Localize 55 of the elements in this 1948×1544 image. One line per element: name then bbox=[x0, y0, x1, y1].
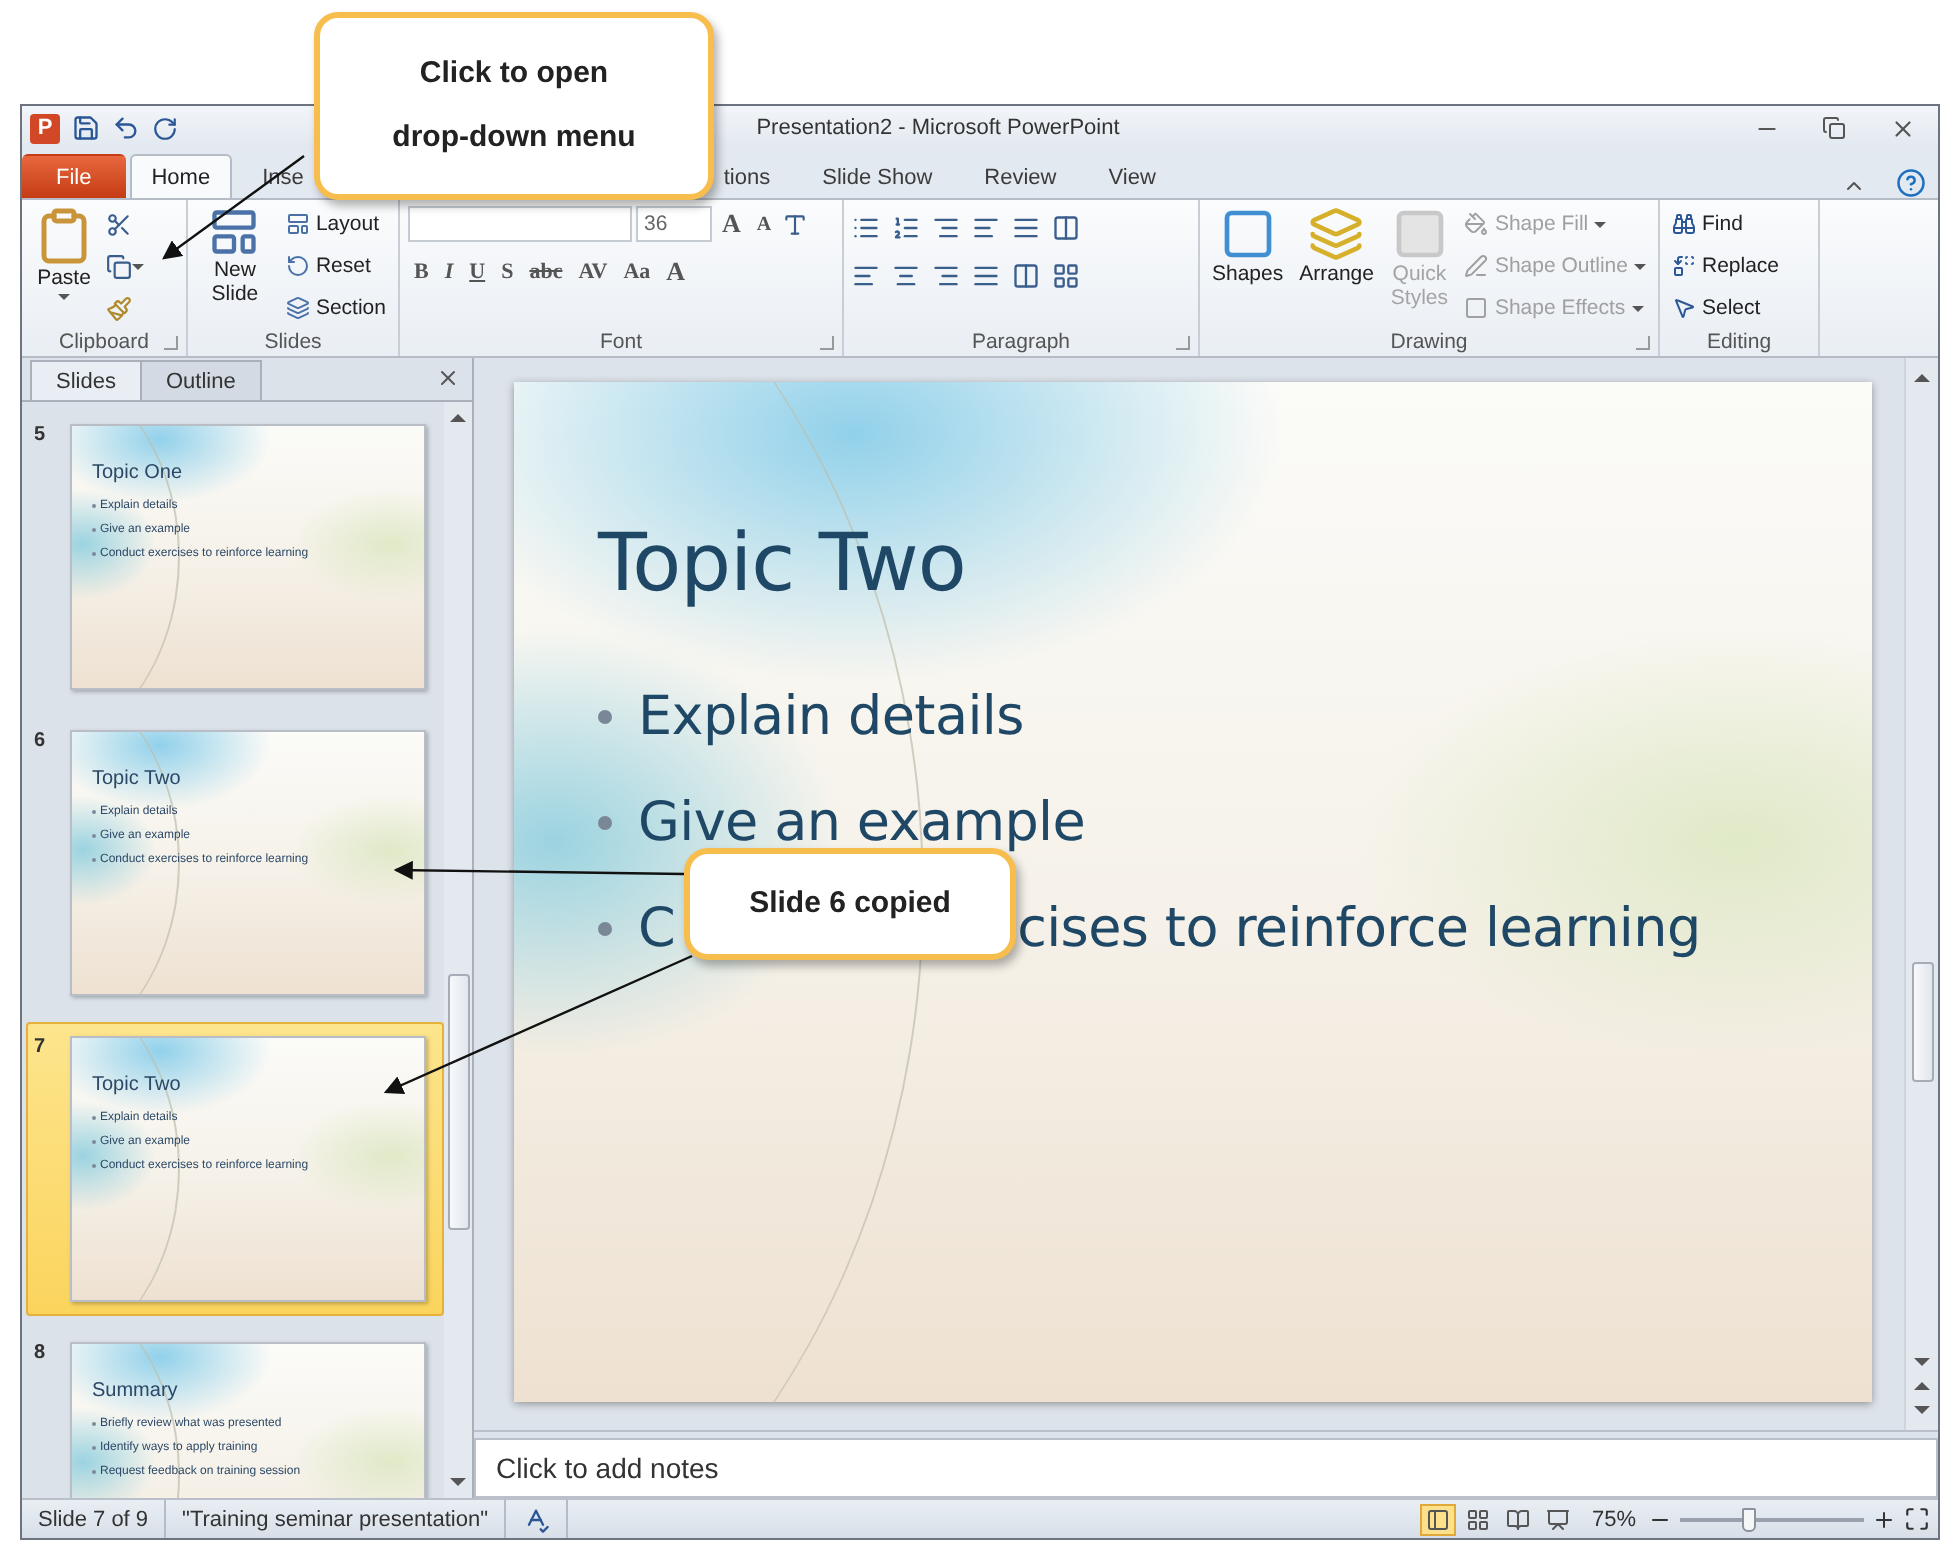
group-label: Font bbox=[599, 330, 642, 354]
format-button[interactable]: S bbox=[495, 254, 520, 290]
format-button[interactable]: U bbox=[463, 254, 492, 290]
editing-button[interactable]: Select bbox=[1668, 290, 1784, 326]
group-label: Slides bbox=[264, 330, 322, 354]
group-label: Paragraph bbox=[971, 330, 1071, 354]
ribbon-tab[interactable]: Slide Show bbox=[800, 154, 955, 198]
window-title: Presentation2 - Microsoft PowerPoint bbox=[756, 116, 1120, 140]
theme-name: "Training seminar presentation" bbox=[166, 1500, 506, 1538]
pane-tab[interactable]: Slides bbox=[30, 360, 142, 400]
file-tab[interactable]: File bbox=[22, 154, 126, 198]
font-size-field[interactable]: 36 bbox=[636, 206, 712, 242]
slide-number: 7 bbox=[34, 1036, 48, 1062]
format-button[interactable]: abc bbox=[523, 254, 569, 290]
slides-command[interactable]: Layout bbox=[281, 206, 390, 242]
format-button[interactable]: AV bbox=[572, 254, 614, 290]
slide-number: 6 bbox=[34, 730, 48, 756]
format-button[interactable]: I bbox=[438, 254, 460, 290]
slide-title: Topic Two bbox=[598, 518, 968, 610]
thumbnail-title: Topic Two bbox=[92, 768, 183, 790]
slide-number: 8 bbox=[34, 1342, 48, 1368]
notes-field[interactable]: Click to add notes bbox=[474, 1438, 1938, 1498]
ribbon-tab[interactable]: View bbox=[1086, 154, 1178, 198]
editing-button[interactable]: Replace bbox=[1668, 248, 1784, 284]
slide-bullet: Explain details bbox=[638, 686, 1024, 748]
drawing-button[interactable]: Shapes bbox=[1208, 206, 1288, 328]
slide-bullet: cises to reinforce learning bbox=[1017, 898, 1701, 960]
callout: Click to open drop-down menu bbox=[314, 12, 714, 200]
slides-command[interactable]: Section bbox=[281, 290, 390, 326]
ribbon-tab[interactable]: Review bbox=[962, 154, 1079, 198]
slide-bullet: Give an example bbox=[638, 792, 1086, 854]
drawing-button[interactable]: Arrange bbox=[1295, 206, 1378, 328]
slides-command[interactable]: Reset bbox=[281, 248, 390, 284]
thumbnail-title: Summary bbox=[92, 1380, 180, 1402]
new-slide-button[interactable]: New Slide bbox=[196, 206, 274, 328]
paste-button[interactable]: Paste bbox=[30, 206, 98, 328]
group-label: Drawing bbox=[1390, 330, 1468, 354]
slide-number: 5 bbox=[34, 424, 48, 450]
editing-button[interactable]: Find bbox=[1668, 206, 1784, 242]
app-logo: P bbox=[30, 113, 60, 143]
ribbon-tab[interactable]: tions bbox=[721, 154, 793, 198]
format-button[interactable]: Aa bbox=[617, 254, 657, 290]
slide-bullet: C bbox=[638, 898, 676, 960]
ribbon-tab[interactable]: Home bbox=[129, 154, 233, 198]
thumbnail-title: Topic Two bbox=[92, 1074, 183, 1096]
shrink-font-button[interactable]: A bbox=[750, 206, 778, 242]
thumbnail-title: Topic One bbox=[92, 462, 185, 484]
group-label: Clipboard bbox=[59, 330, 149, 354]
group-label: Editing bbox=[1706, 330, 1772, 354]
zoom-level[interactable]: 75% bbox=[1591, 1507, 1636, 1531]
grow-font-button[interactable]: A bbox=[716, 206, 747, 242]
slide-counter: Slide 7 of 9 bbox=[22, 1500, 167, 1538]
pane-tab[interactable]: Outline bbox=[139, 360, 262, 400]
font-color-button[interactable]: A bbox=[660, 254, 692, 290]
format-button[interactable]: B bbox=[408, 254, 435, 290]
